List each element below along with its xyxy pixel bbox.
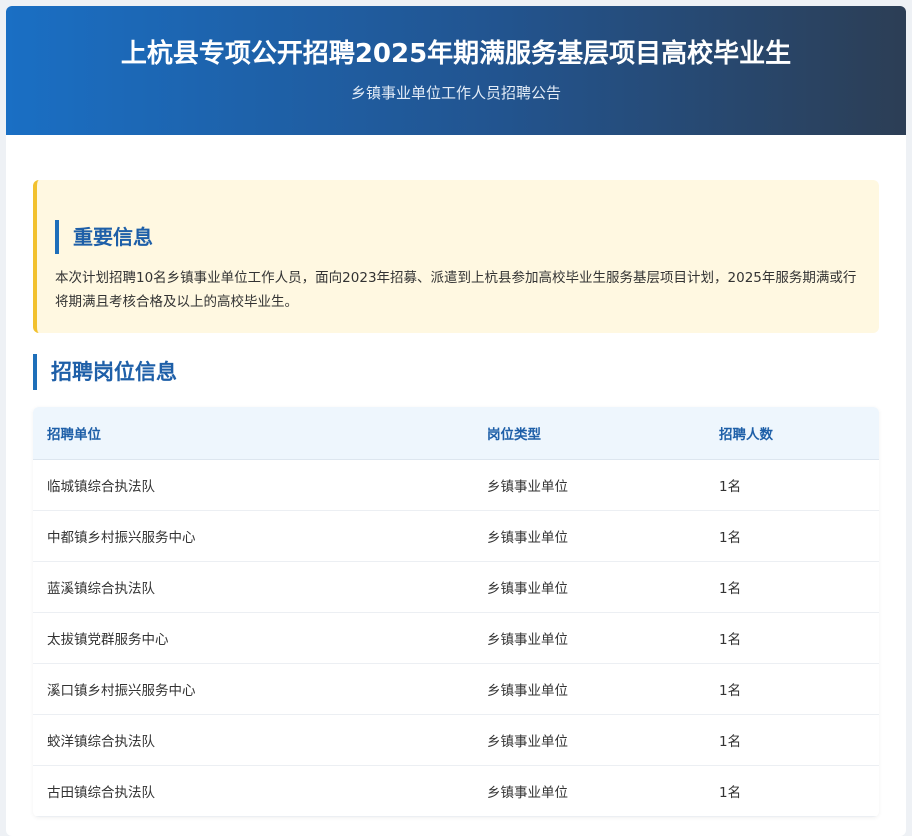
cell-count: 1名 (705, 510, 879, 562)
cell-type: 乡镇事业单位 (473, 765, 705, 817)
table-header-row: 招聘单位 岗位类型 招聘人数 (33, 407, 879, 460)
positions-table-container: 招聘单位 岗位类型 招聘人数 临城镇综合执法队 乡镇事业单位 1名 中都镇乡村振… (33, 407, 879, 817)
cell-unit: 溪口镇乡村振兴服务中心 (33, 663, 473, 715)
table-row: 古田镇综合执法队 乡镇事业单位 1名 (33, 765, 879, 817)
table-row: 溪口镇乡村振兴服务中心 乡镇事业单位 1名 (33, 663, 879, 715)
cell-unit: 古田镇综合执法队 (33, 765, 473, 817)
table-row: 太拔镇党群服务中心 乡镇事业单位 1名 (33, 612, 879, 664)
table-row: 蓝溪镇综合执法队 乡镇事业单位 1名 (33, 561, 879, 613)
cell-unit: 中都镇乡村振兴服务中心 (33, 510, 473, 562)
cell-count: 1名 (705, 561, 879, 613)
important-info-title: 重要信息 (55, 220, 153, 254)
cell-count: 1名 (705, 765, 879, 817)
cell-count: 1名 (705, 663, 879, 715)
cell-type: 乡镇事业单位 (473, 663, 705, 715)
important-info-text: 本次计划招聘10名乡镇事业单位工作人员，面向2023年招募、派遣到上杭县参加高校… (55, 270, 857, 310)
cell-unit: 临城镇综合执法队 (33, 459, 473, 511)
table-header: 招聘单位 岗位类型 招聘人数 (33, 407, 879, 460)
cell-type: 乡镇事业单位 (473, 510, 705, 562)
announcement-card: 上杭县专项公开招聘2025年期满服务基层项目高校毕业生 乡镇事业单位工作人员招聘… (6, 6, 906, 836)
cell-count: 1名 (705, 459, 879, 511)
cell-unit: 蛟洋镇综合执法队 (33, 714, 473, 766)
cell-unit: 蓝溪镇综合执法队 (33, 561, 473, 613)
page-subtitle: 乡镇事业单位工作人员招聘公告 (350, 84, 561, 102)
header-unit: 招聘单位 (33, 407, 473, 460)
cell-count: 1名 (705, 714, 879, 766)
table-row: 临城镇综合执法队 乡镇事业单位 1名 (33, 459, 879, 511)
positions-section-title: 招聘岗位信息 (33, 354, 177, 390)
positions-table: 招聘单位 岗位类型 招聘人数 临城镇综合执法队 乡镇事业单位 1名 中都镇乡村振… (33, 407, 879, 817)
cell-type: 乡镇事业单位 (473, 714, 705, 766)
important-info-box: 重要信息 本次计划招聘10名乡镇事业单位工作人员，面向2023年招募、派遣到上杭… (33, 180, 879, 333)
header-count: 招聘人数 (705, 407, 879, 460)
table-row: 中都镇乡村振兴服务中心 乡镇事业单位 1名 (33, 510, 879, 562)
cell-type: 乡镇事业单位 (473, 561, 705, 613)
cell-unit: 太拔镇党群服务中心 (33, 612, 473, 664)
cell-count: 1名 (705, 612, 879, 664)
table-body: 临城镇综合执法队 乡镇事业单位 1名 中都镇乡村振兴服务中心 乡镇事业单位 1名… (33, 459, 879, 817)
page-header: 上杭县专项公开招聘2025年期满服务基层项目高校毕业生 乡镇事业单位工作人员招聘… (6, 6, 906, 135)
cell-type: 乡镇事业单位 (473, 612, 705, 664)
header-type: 岗位类型 (473, 407, 705, 460)
table-row: 蛟洋镇综合执法队 乡镇事业单位 1名 (33, 714, 879, 766)
page-title: 上杭县专项公开招聘2025年期满服务基层项目高校毕业生 (120, 39, 792, 69)
cell-type: 乡镇事业单位 (473, 459, 705, 511)
